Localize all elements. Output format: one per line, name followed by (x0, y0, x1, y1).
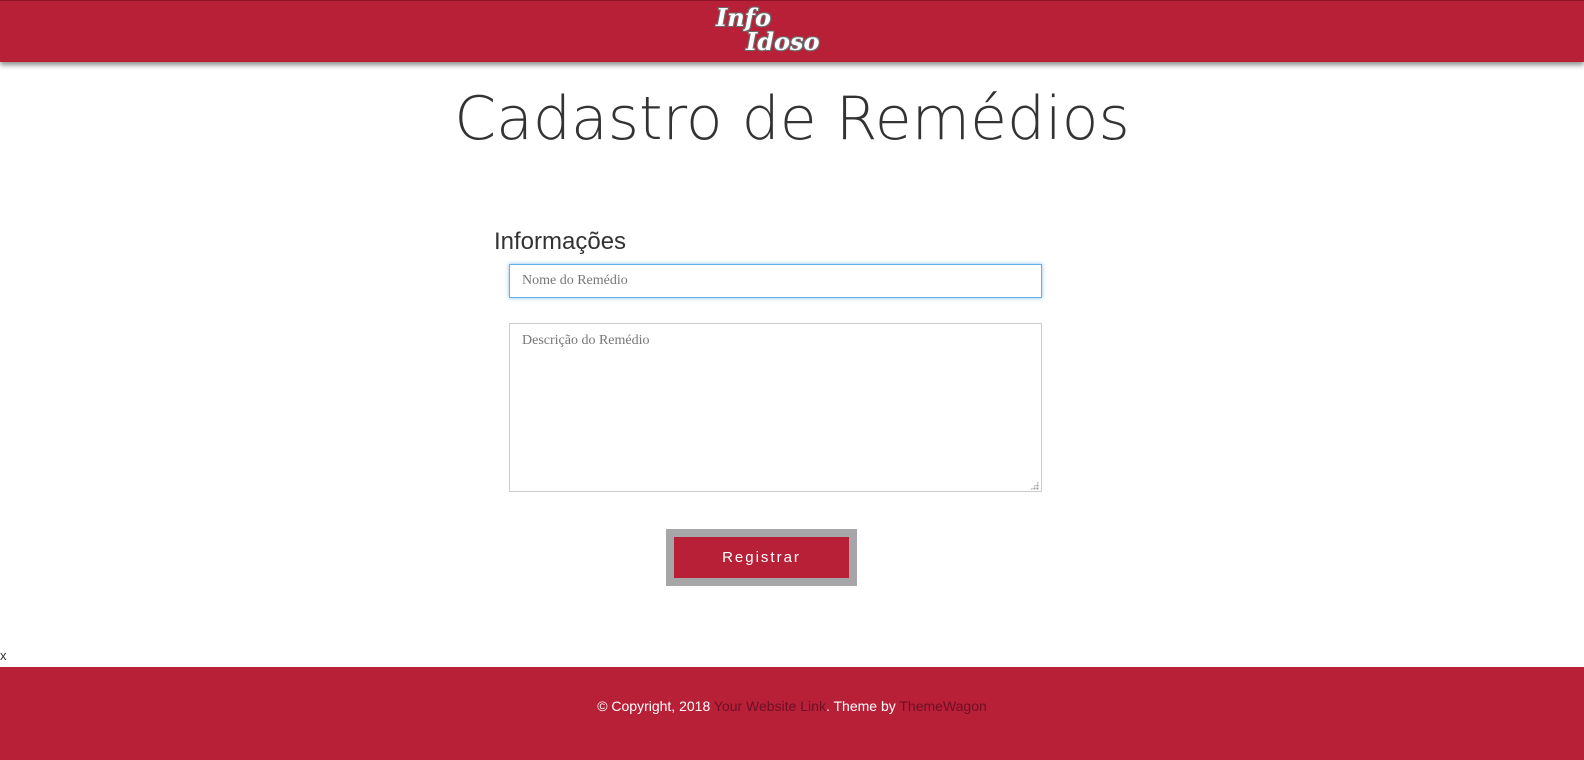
submit-button-frame: Registrar (666, 529, 857, 586)
site-logo[interactable]: Info Idoso (714, 5, 830, 57)
page-title: Cadastro de Remédios (454, 84, 1130, 154)
section-heading: Informações (494, 228, 627, 255)
site-footer: © Copyright, 2018 Your Website Link. The… (0, 667, 1584, 760)
stray-text: x (0, 648, 7, 663)
medicine-description-textarea[interactable] (509, 323, 1042, 492)
website-link[interactable]: Your Website Link (714, 698, 826, 714)
theme-by-text: Theme by (833, 698, 896, 714)
copyright-text: © Copyright, 2018 (597, 698, 711, 714)
register-button[interactable]: Registrar (674, 537, 849, 578)
site-header: Info Idoso (0, 0, 1584, 62)
logo-line-2: Idoso (746, 27, 820, 56)
footer-text: © Copyright, 2018 Your Website Link. The… (0, 698, 1584, 714)
medicine-name-input[interactable] (509, 264, 1042, 298)
themewagon-link[interactable]: ThemeWagon (899, 698, 986, 714)
logo-line-1: Info (716, 3, 772, 32)
footer-separator: . (825, 698, 830, 714)
